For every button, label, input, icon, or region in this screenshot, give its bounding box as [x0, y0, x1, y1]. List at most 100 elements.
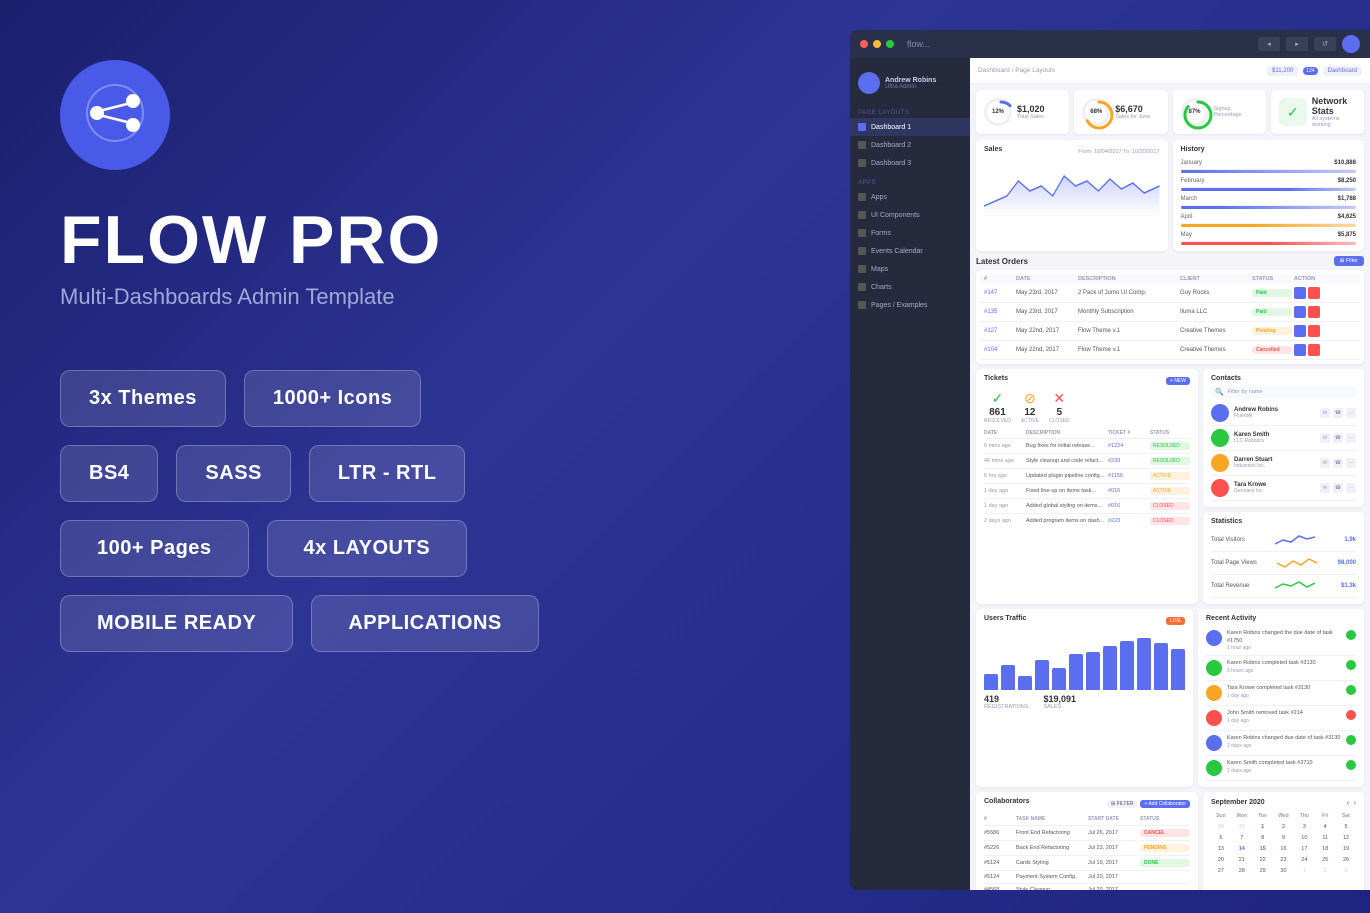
order-row-3: #127 May 22nd, 2017 Flow Theme v.1 Creat…: [980, 322, 1360, 341]
cal-day-26[interactable]: 26: [1336, 855, 1356, 865]
history-row-may: May $5,875: [1181, 229, 1357, 242]
traffic-activity-grid: Users Traffic LIVE: [970, 609, 1370, 792]
contact-msg-3[interactable]: ✉: [1320, 458, 1330, 468]
closed-stat: ✕ 5 CLOSED: [1049, 390, 1070, 424]
cal-day-21[interactable]: 21: [1232, 855, 1252, 865]
filter-button[interactable]: ⊞ Filter: [1334, 256, 1364, 266]
add-collab-btn[interactable]: + Add Collaborator: [1140, 800, 1190, 808]
badge-themes[interactable]: 3x Themes: [60, 370, 226, 427]
ticket-row-4: 1 day ago Fixed line-up on items task...…: [984, 484, 1190, 499]
cal-day-29[interactable]: 29: [1253, 866, 1273, 876]
tickets-card: Tickets + NEW ✓ 861 RESOLVED ⊘: [976, 369, 1198, 604]
badge-pages[interactable]: 100+ Pages: [60, 520, 249, 577]
edit-btn-4[interactable]: [1294, 344, 1306, 356]
cal-day-24[interactable]: 24: [1294, 855, 1314, 865]
contact-call-4[interactable]: ☎: [1333, 483, 1343, 493]
cal-next[interactable]: ›: [1353, 798, 1356, 807]
contact-more-3[interactable]: ⋯: [1346, 458, 1356, 468]
sidebar-item-maps[interactable]: Maps: [850, 260, 970, 278]
cal-day-28[interactable]: 28: [1232, 866, 1252, 876]
history-rows: January $10,888 February $8,250: [1181, 157, 1357, 245]
cal-day-30[interactable]: 30: [1274, 866, 1294, 876]
cal-day-4[interactable]: 4: [1315, 822, 1335, 832]
contact-call-3[interactable]: ☎: [1333, 458, 1343, 468]
closed-label: CLOSED: [1049, 418, 1070, 424]
cal-day-14[interactable]: 14: [1232, 844, 1252, 854]
contact-more-1[interactable]: ⋯: [1346, 408, 1356, 418]
delete-btn-1[interactable]: [1308, 287, 1320, 299]
nav-icon-2: ▸: [1286, 37, 1308, 51]
contact-actions-2: ✉ ☎ ⋯: [1320, 433, 1356, 443]
main-scroll[interactable]: Dashboard / Page Layouts $11,200 124 Das…: [970, 58, 1370, 890]
sidebar-item-charts[interactable]: Charts: [850, 278, 970, 296]
sidebar-item-calendar[interactable]: Events Calendar: [850, 242, 970, 260]
sidebar-item-dashboard1[interactable]: Dashboard 1: [850, 118, 970, 136]
cal-day-7[interactable]: 7: [1232, 833, 1252, 843]
cal-day-22[interactable]: 22: [1253, 855, 1273, 865]
cal-day-1[interactable]: 1: [1253, 822, 1273, 832]
pages-label: Pages / Examples: [871, 302, 927, 309]
delete-btn-4[interactable]: [1308, 344, 1320, 356]
cal-day-5[interactable]: 5: [1336, 822, 1356, 832]
edit-btn-1[interactable]: [1294, 287, 1306, 299]
sidebar-item-forms[interactable]: Forms: [850, 224, 970, 242]
sidebar-avatar: [858, 72, 880, 94]
contact-more-4[interactable]: ⋯: [1346, 483, 1356, 493]
contact-info-1: Andrew Robins FluentAl: [1234, 407, 1278, 419]
contact-msg-4[interactable]: ✉: [1320, 483, 1330, 493]
sidebar-item-ui[interactable]: UI Components: [850, 206, 970, 224]
cal-day-11[interactable]: 11: [1315, 833, 1335, 843]
date-range: From: 10/04/2017 To: 10/20/2017: [1078, 149, 1159, 155]
badge-mobile[interactable]: MOBILE READY: [60, 595, 293, 652]
cal-day-19[interactable]: 19: [1336, 844, 1356, 854]
edit-btn-2[interactable]: [1294, 306, 1306, 318]
contact-more-2[interactable]: ⋯: [1346, 433, 1356, 443]
cal-day-18[interactable]: 18: [1315, 844, 1335, 854]
sidebar-item-label2: Dashboard 2: [871, 142, 911, 149]
sidebar-item-apps[interactable]: Apps: [850, 188, 970, 206]
cal-day-20[interactable]: 20: [1211, 855, 1231, 865]
cal-day-6[interactable]: 6: [1211, 833, 1231, 843]
cal-day-10[interactable]: 10: [1294, 833, 1314, 843]
delete-btn-3[interactable]: [1308, 325, 1320, 337]
contact-msg-2[interactable]: ✉: [1320, 433, 1330, 443]
new-ticket-btn[interactable]: + NEW: [1166, 377, 1190, 385]
bar-1: [984, 674, 998, 691]
cal-day-16[interactable]: 16: [1274, 844, 1294, 854]
delete-btn-2[interactable]: [1308, 306, 1320, 318]
bar-11: [1154, 643, 1168, 690]
cal-day-9[interactable]: 9: [1274, 833, 1294, 843]
contact-call-2[interactable]: ☎: [1333, 433, 1343, 443]
edit-btn-3[interactable]: [1294, 325, 1306, 337]
sidebar-item-label3: Dashboard 3: [871, 160, 911, 167]
cal-day-15[interactable]: 15: [1253, 844, 1273, 854]
activity-text-1: Karen Robins changed the due date of tas…: [1227, 630, 1341, 645]
contact-call-1[interactable]: ☎: [1333, 408, 1343, 418]
col-date: DATE: [1016, 276, 1076, 282]
cal-day-23[interactable]: 23: [1274, 855, 1294, 865]
cal-day-17[interactable]: 17: [1294, 844, 1314, 854]
contact-search[interactable]: 🔍 Filter by name: [1211, 386, 1356, 398]
cal-day-2[interactable]: 2: [1274, 822, 1294, 832]
badge-sass[interactable]: SASS: [176, 445, 290, 502]
sidebar-item-dashboard3[interactable]: Dashboard 3: [850, 154, 970, 172]
sidebar-item-dashboard2[interactable]: Dashboard 2: [850, 136, 970, 154]
activity-time-3: 1 day ago: [1227, 693, 1310, 699]
cal-prev[interactable]: ‹: [1347, 798, 1350, 807]
cal-day-12[interactable]: 12: [1336, 833, 1356, 843]
cal-day-27[interactable]: 27: [1211, 866, 1231, 876]
badge-icons[interactable]: 1000+ Icons: [244, 370, 421, 427]
order-desc-2: Monthly Subscription: [1078, 309, 1178, 315]
bar-9: [1120, 641, 1134, 691]
sidebar-item-pages[interactable]: Pages / Examples: [850, 296, 970, 314]
cal-day-25[interactable]: 25: [1315, 855, 1335, 865]
cal-day-8[interactable]: 8: [1253, 833, 1273, 843]
badge-bs4[interactable]: BS4: [60, 445, 158, 502]
badge-ltr[interactable]: LTR - RTL: [309, 445, 466, 502]
cal-day-13[interactable]: 13: [1211, 844, 1231, 854]
badge-applications[interactable]: APPLICATIONS: [311, 595, 538, 652]
badge-layouts[interactable]: 4x LAYOUTS: [267, 520, 468, 577]
contact-msg-1[interactable]: ✉: [1320, 408, 1330, 418]
filter-collab-btn[interactable]: ⊞ FILTER: [1107, 800, 1137, 808]
cal-day-3[interactable]: 3: [1294, 822, 1314, 832]
